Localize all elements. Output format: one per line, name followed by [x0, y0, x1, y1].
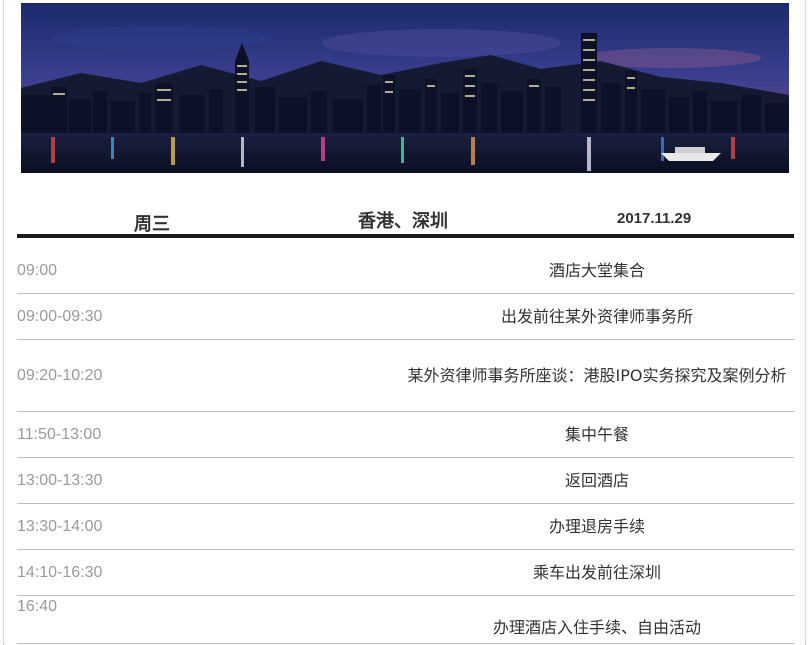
schedule-row: 16:40 办理酒店入住手续、自由活动 — [17, 596, 794, 644]
schedule-time: 13:00-13:30 — [17, 471, 103, 489]
schedule-row: 09:00-09:30 出发前往某外资律师事务所 — [17, 294, 794, 340]
schedule-activity: 办理酒店入住手续、自由活动 — [492, 618, 701, 637]
schedule-time: 09:00 — [17, 261, 58, 279]
weekday-label: 周三 — [134, 214, 170, 235]
skyline-banner-image — [21, 3, 789, 173]
page-edge-left — [3, 0, 4, 645]
schedule-row: 13:00-13:30 返回酒店 — [17, 458, 794, 504]
schedule-time: 11:50-13:00 — [17, 425, 102, 443]
schedule-row: 09:00 酒店大堂集合 — [17, 248, 794, 294]
schedule-activity: 某外资律师事务所座谈：港股IPO实务探究及案例分析 — [407, 366, 787, 385]
schedule-activity: 出发前往某外资律师事务所 — [500, 307, 693, 326]
city-label: 香港、深圳 — [358, 211, 448, 232]
schedule-time: 09:00-09:30 — [17, 307, 103, 325]
day-header: 周三 香港、深圳 2017.11.29 — [17, 196, 794, 238]
schedule-time: 16:40 — [17, 598, 58, 615]
schedule-activity: 酒店大堂集合 — [548, 261, 645, 280]
schedule-activity: 办理退房手续 — [548, 517, 645, 536]
schedule-activity: 乘车出发前往深圳 — [532, 563, 661, 582]
schedule-row: 11:50-13:00 集中午餐 — [17, 412, 794, 458]
schedule-row: 14:10-16:30 乘车出发前往深圳 — [17, 550, 794, 596]
schedule-row: 13:30-14:00 办理退房手续 — [17, 504, 794, 550]
schedule-activity: 返回酒店 — [564, 471, 629, 490]
date-label: 2017.11.29 — [617, 210, 692, 227]
schedule-row: 09:20-10:20 某外资律师事务所座谈：港股IPO实务探究及案例分析 — [17, 340, 794, 412]
schedule-time: 09:20-10:20 — [17, 366, 103, 384]
schedule-activity: 集中午餐 — [564, 425, 629, 444]
schedule-time: 13:30-14:00 — [17, 517, 103, 535]
schedule-time: 14:10-16:30 — [17, 563, 103, 581]
schedule-table: 09:00 酒店大堂集合 09:00-09:30 出发前往某外资律师事务所 09… — [17, 248, 794, 644]
page-edge-right — [805, 0, 806, 645]
